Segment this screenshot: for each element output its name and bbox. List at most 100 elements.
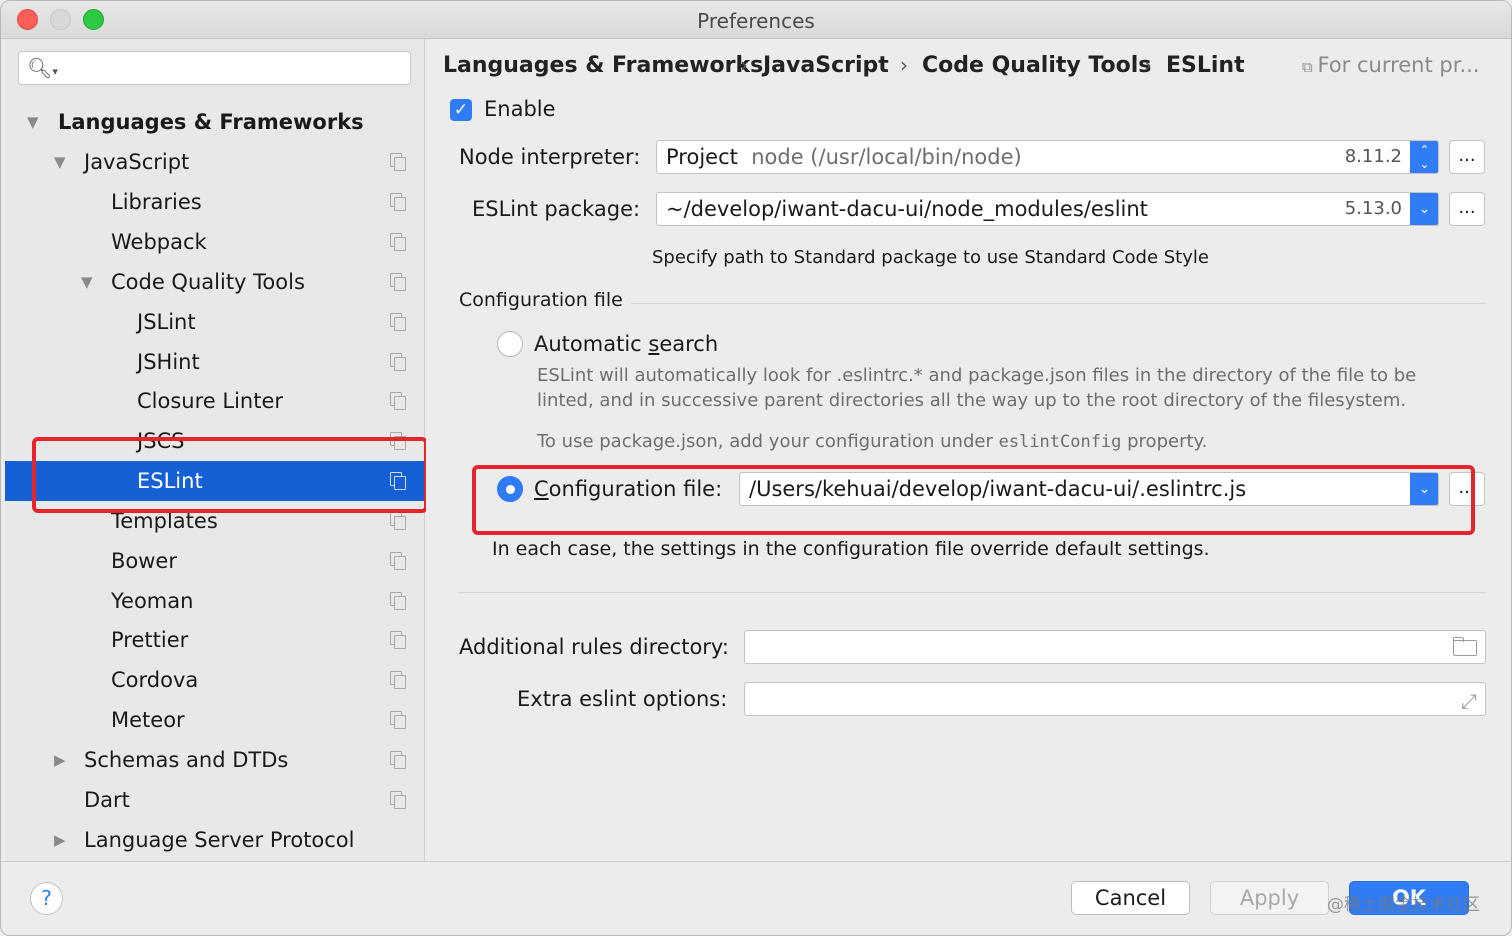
checkmark-icon: ✓ [453, 100, 469, 120]
node-interpreter-label: Node interpreter: [459, 145, 641, 169]
mnemonic-letter: s [648, 332, 660, 356]
preferences-window: Preferences 🔍︎▾ ▼ Languages & Frameworks… [0, 0, 1512, 936]
automatic-search-radio[interactable] [497, 331, 523, 357]
project-scope-icon [390, 313, 406, 331]
override-note: In each case, the settings in the config… [492, 538, 1210, 560]
tree-item-code-quality-tools[interactable]: ▼ Code Quality Tools [5, 262, 425, 302]
tree-item-label: Closure Linter [137, 389, 283, 413]
automatic-search-description-line1: ESLint will automatically look for .esli… [537, 365, 1417, 386]
code-text: eslintConfig [998, 432, 1122, 452]
highlight-box-eslint-item [32, 437, 428, 513]
breadcrumb-code-quality-tools[interactable]: Code Quality Tools [922, 53, 1151, 78]
settings-content-panel: Languages & Frameworks › JavaScript › Co… [426, 39, 1511, 861]
cancel-button[interactable]: Cancel [1071, 881, 1190, 915]
tree-item-cordova[interactable]: Cordova [5, 660, 425, 700]
breadcrumb-separator: › [1144, 53, 1152, 77]
tree-item-closure-linter[interactable]: Closure Linter [5, 381, 425, 421]
tree-item-bower[interactable]: Bower [5, 541, 425, 581]
tree-item-label: Code Quality Tools [111, 270, 305, 294]
section-divider [631, 303, 1485, 304]
extra-options-input[interactable]: ⤢ [744, 682, 1486, 716]
project-scope-icon [390, 631, 406, 649]
title-bar: Preferences [1, 1, 1511, 39]
tree-item-label: Bower [111, 549, 177, 573]
chevron-down-icon[interactable]: ⌄ [1410, 193, 1438, 225]
watermark: @稀土掘金技术社区 [1327, 895, 1480, 915]
tree-item-label: Schemas and DTDs [84, 748, 289, 772]
window-title: Preferences [697, 9, 815, 33]
breadcrumb-javascript[interactable]: JavaScript [763, 53, 889, 78]
automatic-search-description-line2: linted, and in successive parent directo… [537, 390, 1407, 411]
dialog-button-bar: ? Cancel Apply OK @稀土掘金技术社区 [1, 861, 1511, 935]
automatic-search-label: Automatic search [534, 332, 718, 356]
browse-package-button[interactable]: ... [1449, 192, 1485, 226]
collapse-arrow-icon[interactable]: ▶ [54, 820, 66, 860]
tree-item-meteor[interactable]: Meteor [5, 700, 425, 740]
project-scope-icon [390, 193, 406, 211]
tree-item-label: Meteor [111, 708, 185, 732]
interpreter-version: 8.11.2 [1344, 146, 1402, 167]
scope-indicator: ⧉ For current pr... [1302, 53, 1479, 77]
expand-arrow-icon[interactable]: ▼ [27, 102, 39, 142]
tree-item-schemas-dtds[interactable]: ▶ Schemas and DTDs [5, 740, 425, 780]
enable-label: Enable [484, 97, 556, 121]
project-scope-icon [390, 711, 406, 729]
highlight-box-config-file [472, 465, 1475, 535]
eslint-package-label: ESLint package: [472, 197, 641, 221]
project-scope-icon [390, 512, 406, 530]
eslint-package-path: ~/develop/iwant-dacu-ui/node_modules/esl… [666, 197, 1148, 221]
project-scope-icon [390, 671, 406, 689]
tree-item-label: JavaScript [84, 150, 190, 174]
tree-item-label: Libraries [111, 190, 202, 214]
browse-interpreter-button[interactable]: ... [1449, 140, 1485, 174]
label-text: Automatic [534, 332, 649, 356]
folder-icon[interactable] [1453, 637, 1477, 656]
tree-item-jshint[interactable]: JSHint [5, 342, 425, 382]
tree-item-javascript[interactable]: ▼ JavaScript [5, 142, 425, 182]
collapse-arrow-icon[interactable]: ▶ [54, 740, 66, 780]
tree-item-jslint[interactable]: JSLint [5, 302, 425, 342]
help-button[interactable]: ? [30, 882, 63, 915]
enable-checkbox[interactable]: ✓ [450, 99, 472, 121]
extra-options-label: Extra eslint options: [517, 687, 728, 711]
tree-item-label: Languages & Frameworks [58, 110, 364, 134]
hint-text: To use package.json, add your configurat… [537, 431, 999, 452]
tree-item-label: Language Server Protocol [84, 828, 355, 852]
tree-item-dart[interactable]: Dart [5, 780, 425, 820]
additional-rules-label: Additional rules directory: [459, 635, 729, 659]
additional-rules-input[interactable] [744, 630, 1486, 664]
expand-icon[interactable]: ⤢ [1461, 685, 1477, 715]
breadcrumb-separator: › [740, 53, 748, 77]
project-scope-icon [390, 552, 406, 570]
settings-search-input[interactable]: 🔍︎▾ [18, 51, 411, 85]
eslint-package-version: 5.13.0 [1344, 198, 1402, 219]
eslint-package-combobox[interactable]: ~/develop/iwant-dacu-ui/node_modules/esl… [656, 192, 1439, 226]
expand-arrow-icon[interactable]: ▼ [81, 262, 93, 302]
interpreter-type: Project [666, 145, 738, 169]
project-scope-icon [390, 233, 406, 251]
tree-item-webpack[interactable]: Webpack [5, 222, 425, 262]
project-scope-icon [390, 273, 406, 291]
project-scope-icon: ⧉ [1302, 58, 1318, 76]
tree-item-libraries[interactable]: Libraries [5, 182, 425, 222]
configuration-section-title: Configuration file [459, 289, 623, 311]
project-scope-icon [390, 353, 406, 371]
apply-button[interactable]: Apply [1210, 881, 1329, 915]
tree-item-label: JSHint [137, 350, 200, 374]
expand-arrow-icon[interactable]: ▼ [54, 142, 66, 182]
tree-item-language-server-protocol[interactable]: ▶ Language Server Protocol [5, 820, 425, 860]
tree-item-languages-frameworks[interactable]: ▼ Languages & Frameworks [5, 102, 425, 142]
section-divider [459, 592, 1485, 593]
project-scope-icon [390, 592, 406, 610]
breadcrumb-languages-frameworks[interactable]: Languages & Frameworks [443, 53, 763, 78]
tree-item-yeoman[interactable]: Yeoman [5, 581, 425, 621]
project-scope-icon [390, 153, 406, 171]
interpreter-path: node (/usr/local/bin/node) [751, 145, 1022, 169]
scope-label: For current pr... [1317, 53, 1480, 77]
updown-chevron-icon[interactable]: ⌃ ⌄ [1410, 141, 1438, 173]
package-json-hint: To use package.json, add your configurat… [537, 431, 1207, 452]
node-interpreter-combobox[interactable]: Project node (/usr/local/bin/node) 8.11.… [656, 140, 1439, 174]
tree-item-prettier[interactable]: Prettier [5, 620, 425, 660]
tree-item-label: Prettier [111, 628, 189, 652]
package-hint: Specify path to Standard package to use … [652, 247, 1209, 268]
